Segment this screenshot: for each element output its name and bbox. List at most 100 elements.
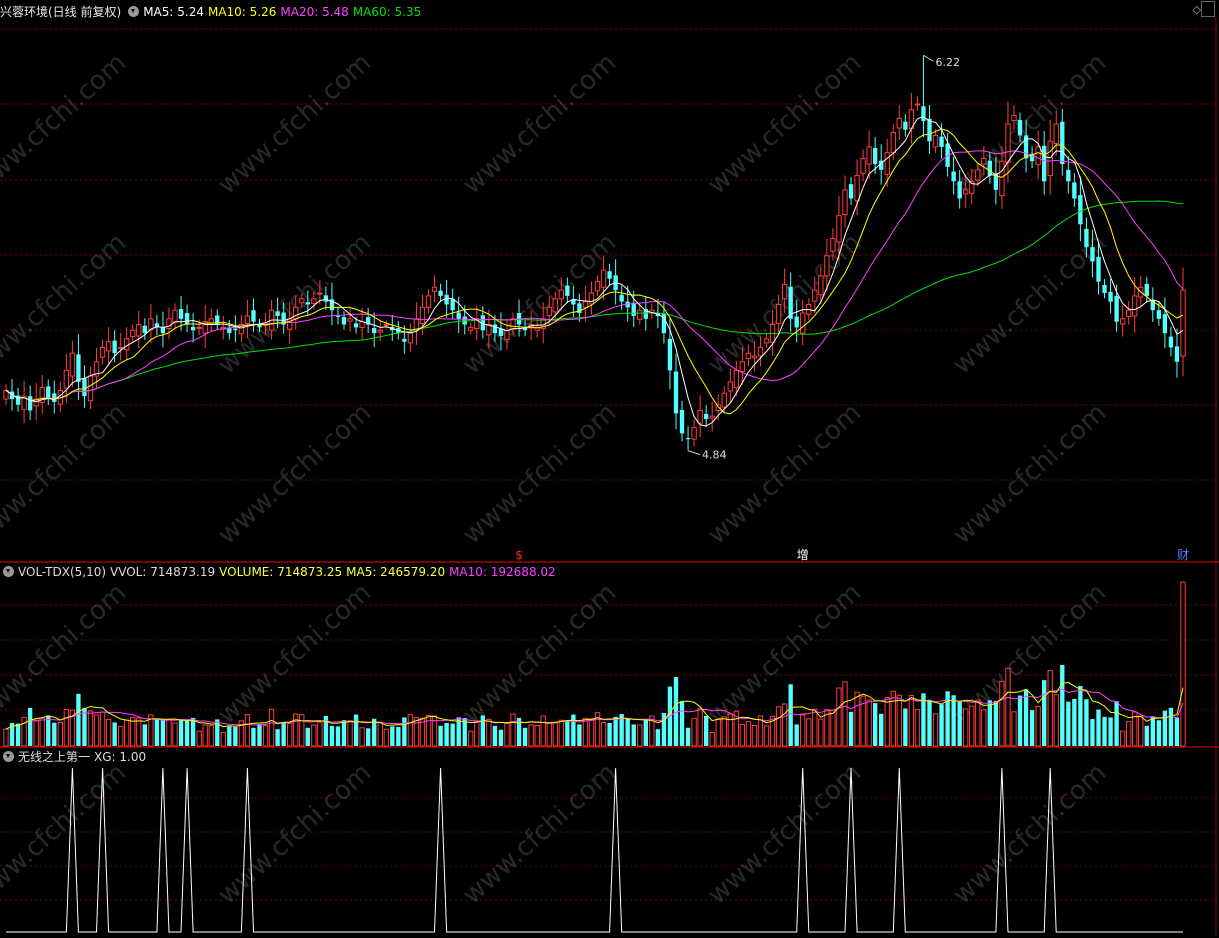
- candle-body-up: [1011, 114, 1017, 122]
- volume-bar-up: [383, 728, 389, 747]
- candle: [184, 304, 190, 333]
- volume-bar-down: [1029, 710, 1035, 746]
- volume-bar-up: [588, 718, 595, 747]
- volume-bar-down: [522, 727, 528, 746]
- volume-bar-up: [818, 718, 824, 747]
- candle-body-up: [739, 361, 746, 373]
- candle-body-up: [1132, 295, 1138, 317]
- volume-bar-down: [341, 720, 347, 746]
- signal-dropdown-icon[interactable]: [3, 751, 14, 762]
- volume-bar-up: [763, 725, 770, 747]
- signal-indicator-name: 无线之上第一: [18, 750, 91, 764]
- candle-body-up: [775, 303, 782, 324]
- volume-bar-up: [637, 724, 643, 747]
- volume-bar-up: [468, 730, 474, 747]
- candle-body-up: [317, 292, 323, 295]
- volume-bar-up: [1011, 711, 1017, 747]
- volume-bar-down: [1144, 725, 1149, 746]
- volume-bar-up: [3, 728, 9, 747]
- volume-bar-up: [39, 717, 45, 747]
- candle-body-up: [999, 160, 1005, 197]
- volume-bar-up: [830, 709, 836, 747]
- volume-bar-down: [498, 729, 504, 746]
- volume-bar-up: [552, 722, 558, 747]
- candle: [667, 317, 673, 390]
- volume-bar-down: [872, 703, 878, 746]
- volume-bar-down: [1017, 695, 1023, 746]
- kline-chart: www.cfchi.com www.cfchi.com www.cfchi.com w…: [0, 18, 1219, 935]
- vol-ma10-legend: MA10: 192688.02: [449, 565, 556, 579]
- candle: [914, 96, 921, 111]
- volume-bar-up: [709, 732, 715, 747]
- candle-body-down: [703, 413, 709, 420]
- candle-body-up: [824, 255, 830, 277]
- volume-value-legend: VOLUME: 714873.25: [219, 565, 343, 579]
- candle-body-up: [419, 306, 426, 324]
- volume-bar-down: [480, 715, 486, 746]
- volume-bar-down: [154, 718, 160, 746]
- volume-bar-up: [836, 687, 842, 747]
- dropdown-icon[interactable]: [128, 6, 140, 17]
- volume-dropdown-icon[interactable]: [3, 566, 14, 577]
- candle-body-up: [914, 103, 921, 106]
- candle: [450, 288, 455, 320]
- candle-body-down: [76, 354, 81, 382]
- volume-bar-up: [244, 714, 251, 747]
- volume-bar-up: [1005, 667, 1011, 747]
- candle-body-up: [637, 309, 643, 320]
- candle-body-down: [619, 294, 624, 302]
- volume-bar-down: [365, 728, 371, 746]
- watermark-text: www.cfchi.com: [212, 578, 377, 731]
- volume-bar-up: [800, 714, 806, 747]
- volume-bar-down: [402, 717, 407, 746]
- volume-bar-up: [896, 694, 902, 747]
- vvol-legend: VVOL: 714873.19: [110, 565, 216, 579]
- candle-body-down: [1108, 291, 1113, 302]
- volume-bar-up: [299, 714, 305, 747]
- candle-body-up: [1005, 123, 1011, 163]
- candle: [903, 114, 908, 137]
- volume-bar-up: [1053, 694, 1059, 747]
- candle: [82, 365, 87, 408]
- candle-body-down: [1078, 195, 1083, 225]
- volume-bar-down: [178, 720, 184, 746]
- candle-body-up: [1053, 123, 1059, 144]
- candle: [3, 384, 9, 405]
- candle-body-up: [896, 117, 902, 129]
- volume-bar-up: [63, 709, 70, 747]
- candle-body-up: [377, 329, 383, 333]
- candle: [860, 149, 866, 182]
- volume-bar-up: [697, 708, 703, 747]
- candle-body-up: [87, 375, 94, 402]
- volume-bar-up: [908, 695, 915, 747]
- watermark-text: www.cfchi.com: [212, 48, 377, 201]
- candle-body-down: [46, 386, 51, 400]
- volume-bar-down: [281, 723, 286, 746]
- candle-body-up: [1047, 140, 1053, 177]
- diamond-icon[interactable]: ◇: [1193, 3, 1201, 16]
- candle-body-up: [932, 134, 939, 148]
- volume-bar-down: [577, 724, 582, 746]
- volume-bar-up: [268, 708, 275, 747]
- candle: [166, 307, 172, 339]
- candle-body-up: [854, 175, 860, 202]
- volume-bar-down: [190, 717, 196, 746]
- watermark-text: www.cfchi.com: [947, 228, 1112, 381]
- candle-body-down: [1168, 336, 1174, 348]
- volume-bar-up: [407, 714, 414, 747]
- window-toggle-icon[interactable]: [1201, 1, 1215, 17]
- candle-body-down: [987, 160, 993, 176]
- candle: [1042, 130, 1047, 195]
- price-legend: 兴蓉环境(日线 前复权) MA5: 5.24 MA10: 5.26 MA20: 5.4…: [0, 3, 425, 21]
- candle-body-down: [190, 326, 196, 331]
- candle: [619, 285, 624, 310]
- volume-bar-up: [1047, 670, 1053, 747]
- volume-bar-down: [879, 713, 884, 746]
- volume-bar-up: [812, 708, 818, 747]
- volume-bar-down: [679, 701, 685, 746]
- candle: [190, 313, 196, 343]
- candle: [637, 304, 643, 325]
- candle-body-down: [184, 313, 190, 325]
- candle: [431, 275, 438, 303]
- candle: [709, 401, 715, 432]
